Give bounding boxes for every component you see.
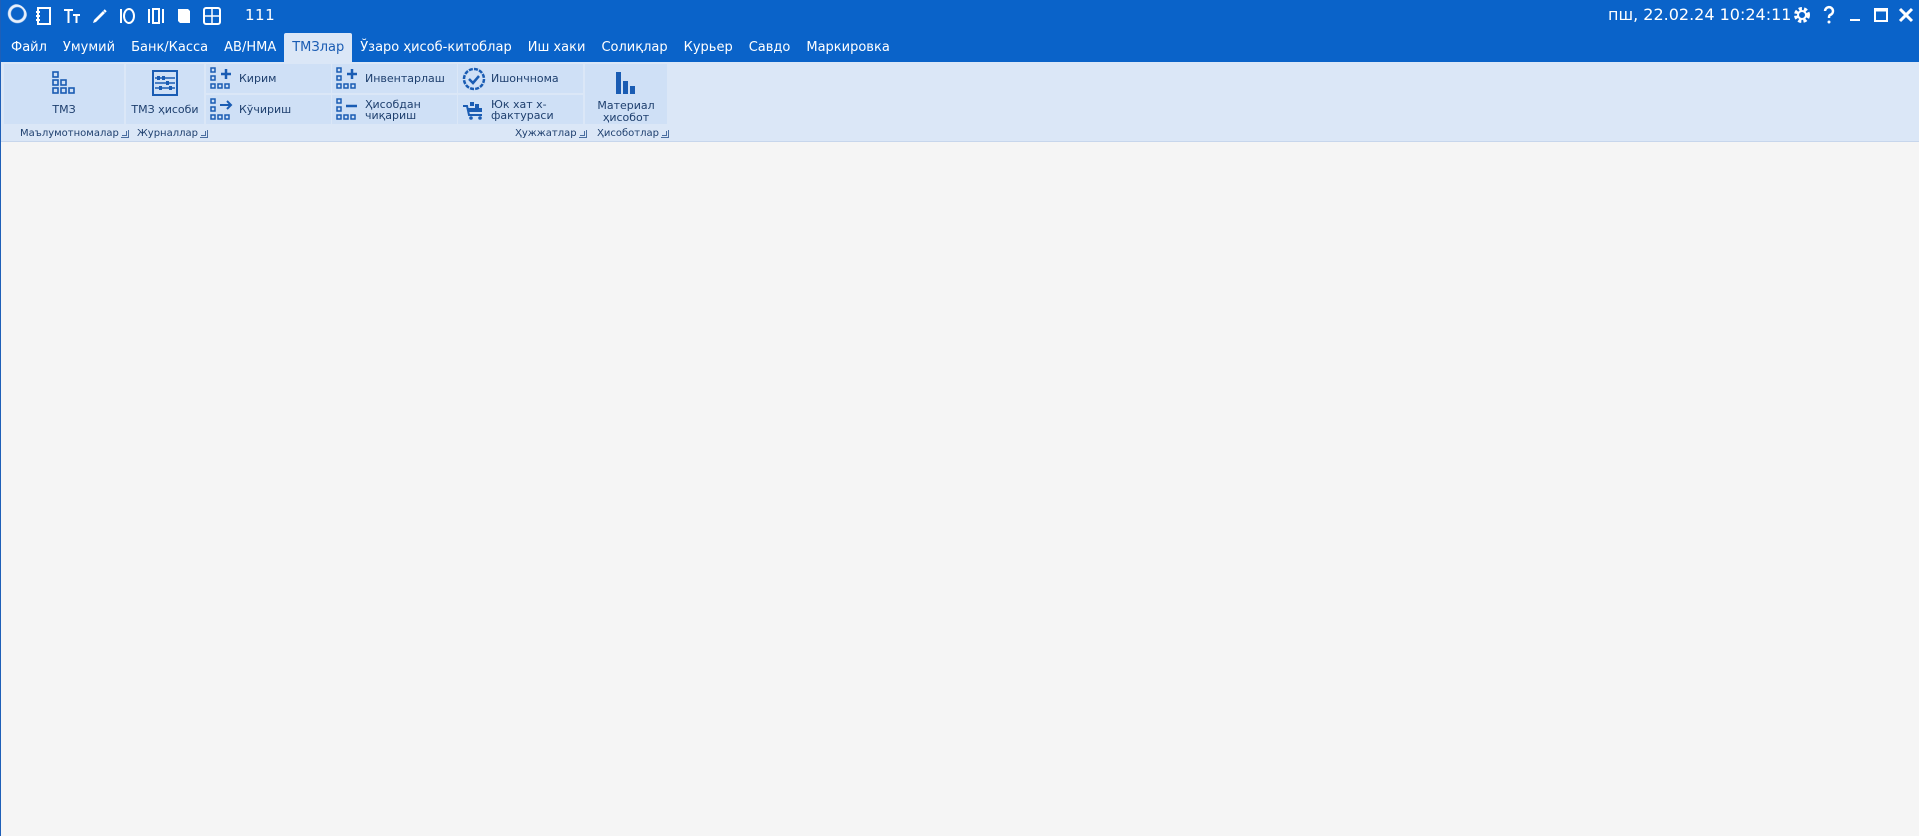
inventory-add-icon — [335, 66, 361, 92]
tmz-hisobi-button[interactable]: ТМЗ ҳисоби — [126, 64, 204, 124]
font-size-icon[interactable] — [61, 5, 83, 27]
material-hisobot-label: Материал ҳисобот — [597, 100, 654, 124]
pen-icon[interactable] — [89, 5, 111, 27]
tab-4[interactable]: ТМЗлар — [284, 33, 353, 62]
tmz-button[interactable]: ТМЗ — [4, 64, 124, 124]
yuk-hat-label: Юк хат х- фактураси — [491, 99, 554, 121]
tab-1[interactable]: Умумий — [55, 33, 123, 62]
kirim-label: Кирим — [239, 72, 277, 85]
close-icon[interactable] — [1893, 3, 1919, 27]
material-line2: ҳисобот — [602, 111, 650, 124]
group-launcher-icon[interactable] — [120, 129, 129, 138]
ribbon-panel: ТМЗ Маълумотномалар ТМЗ ҳисоби Журналлар… — [1, 62, 1919, 142]
tab-9[interactable]: Савдо — [741, 33, 799, 62]
group-jurnallar-text: Журналлар — [137, 128, 198, 139]
group-hisobotlar-text: Ҳисоботлар — [597, 128, 659, 139]
notebook-icon[interactable] — [33, 5, 55, 27]
datetime-display: пш, 22.02.24 10:24:11 — [1608, 5, 1792, 24]
ishonchnoma-label: Ишончнома — [491, 72, 559, 85]
tmz-tree-icon — [51, 68, 77, 98]
group-label-malumotnomalar: Маълумотномалар — [20, 128, 129, 139]
maximize-icon[interactable] — [1868, 3, 1894, 27]
group-label-hisobotlar: Ҳисоботлар — [597, 128, 669, 139]
group-launcher-icon[interactable] — [199, 129, 208, 138]
tab-6[interactable]: Иш хаки — [520, 33, 594, 62]
settings-gear-icon[interactable] — [1789, 3, 1815, 27]
kuchirish-label: Кўчириш — [239, 103, 292, 116]
hisobdan-line1: Ҳисобдан — [365, 97, 421, 111]
app-logo-icon — [3, 3, 27, 28]
ishonchnoma-button[interactable]: Ишончнома — [458, 64, 583, 93]
tab-3[interactable]: АВ/НМА — [216, 33, 284, 62]
book-icon[interactable] — [173, 5, 195, 27]
group-hujjatlar-text: Ҳужжатлар — [515, 128, 577, 139]
group-label-hujjatlar: Ҳужжатлар — [515, 128, 587, 139]
columns-icon[interactable] — [145, 5, 167, 27]
quick-access-toolbar — [3, 3, 229, 28]
yuk-line1: Юк хат х- — [491, 97, 547, 111]
bracket-o-icon[interactable] — [117, 5, 139, 27]
hisobdan-line2: чиқариш — [365, 108, 417, 122]
material-hisobot-button[interactable]: Материал ҳисобот — [585, 64, 667, 124]
tab-0[interactable]: Файл — [3, 33, 55, 62]
yuk-hat-faktura-button[interactable]: Юк хат х- фактураси — [458, 95, 583, 124]
inventarlash-button[interactable]: Инвентарлаш — [332, 64, 457, 93]
kirim-button[interactable]: Кирим — [206, 64, 331, 93]
abacus-icon — [151, 68, 179, 98]
group-label-jurnallar: Журналлар — [137, 128, 208, 139]
bar-chart-icon — [613, 68, 639, 98]
hisobdan-chiqarish-button[interactable]: Ҳисобдан чиқариш — [332, 95, 457, 124]
group-launcher-icon[interactable] — [660, 129, 669, 138]
tab-8[interactable]: Курьер — [676, 33, 741, 62]
hisobdan-label: Ҳисобдан чиқариш — [365, 99, 421, 121]
tab-7[interactable]: Солиқлар — [593, 33, 675, 62]
help-icon[interactable] — [1816, 3, 1842, 27]
cart-icon — [461, 97, 487, 123]
minimize-icon[interactable] — [1842, 3, 1868, 27]
move-item-icon — [209, 97, 235, 123]
yuk-line2: фактураси — [491, 108, 554, 122]
write-off-icon — [335, 97, 361, 123]
inventarlash-label: Инвентарлаш — [365, 72, 445, 85]
kuchirish-button[interactable]: Кўчириш — [206, 95, 331, 124]
check-badge-icon — [461, 66, 487, 92]
group-malumotnomalar-text: Маълумотномалар — [20, 128, 119, 139]
group-launcher-icon[interactable] — [578, 129, 587, 138]
tab-2[interactable]: Банк/Касса — [123, 33, 216, 62]
quick-access-count: 111 — [245, 6, 276, 24]
tmz-hisobi-label: ТМЗ ҳисоби — [131, 103, 199, 116]
title-bar: 111 пш, 22.02.24 10:24:11 — [1, 0, 1919, 31]
add-item-icon — [209, 66, 235, 92]
tmz-label: ТМЗ — [52, 103, 76, 116]
grid-calculator-icon[interactable] — [201, 5, 223, 27]
workspace-area — [1, 143, 1919, 836]
ribbon-tabs: Файл Умумий Банк/Касса АВ/НМА ТМЗлар Ўзаро ҳи… — [1, 31, 1919, 62]
tab-5[interactable]: Ўзаро ҳисоб-китоблар — [352, 33, 519, 62]
tab-10[interactable]: Маркировка — [798, 33, 897, 62]
